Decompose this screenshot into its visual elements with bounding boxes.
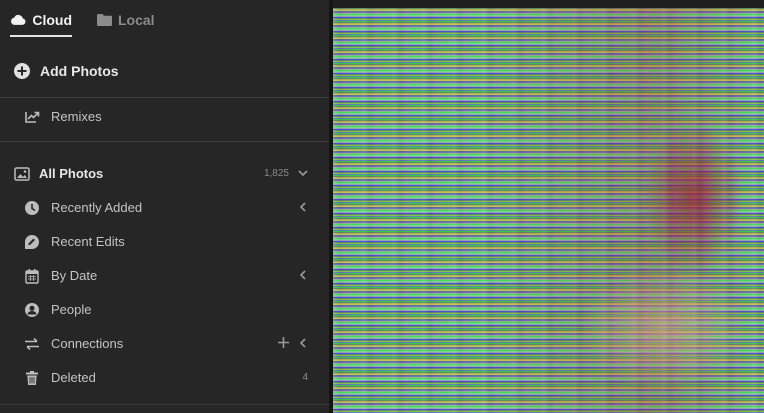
sidebar-item-by-date[interactable]: By Date — [0, 260, 329, 290]
sidebar: Cloud Local Add Photos Remixes All Photo… — [0, 0, 329, 413]
connections-icon — [25, 337, 39, 351]
sidebar-item-label: Recently Added — [51, 199, 143, 215]
sidebar-item-label: Recent Edits — [51, 233, 125, 249]
sidebar-item-connections[interactable]: Connections — [0, 328, 329, 358]
sidebar-item-label: All Photos — [39, 165, 104, 181]
sidebar-item-all-photos[interactable]: All Photos 1,825 — [0, 158, 329, 188]
tab-cloud-label: Cloud — [32, 12, 72, 28]
chevron-left-icon[interactable] — [297, 269, 309, 281]
sidebar-item-label: Connections — [51, 335, 124, 351]
divider — [0, 97, 329, 98]
chevron-down-icon[interactable] — [297, 167, 309, 179]
remix-icon — [25, 111, 40, 123]
add-photos-label: Add Photos — [40, 63, 119, 79]
sidebar-item-label: Remixes — [51, 108, 102, 124]
trash-icon — [26, 371, 38, 385]
divider — [0, 404, 329, 405]
calendar-icon — [25, 269, 39, 284]
sidebar-item-label: Deleted — [51, 369, 96, 385]
add-photos-button[interactable]: Add Photos — [14, 56, 119, 86]
plus-circle-icon — [14, 63, 30, 79]
photo-viewer[interactable] — [333, 8, 764, 413]
chevron-left-icon[interactable] — [297, 201, 309, 213]
photo-count: 1,825 — [263, 167, 289, 179]
cloud-icon — [11, 14, 26, 25]
app-window: Cloud Local Add Photos Remixes All Photo… — [0, 0, 764, 413]
sidebar-item-label: People — [51, 301, 92, 317]
sidebar-item-deleted[interactable]: Deleted 4 — [0, 362, 329, 392]
sidebar-item-remixes[interactable]: Remixes — [0, 101, 329, 131]
tab-cloud[interactable]: Cloud — [10, 0, 72, 40]
source-tabs: Cloud Local — [0, 0, 329, 40]
sidebar-item-recent-edits[interactable]: Recent Edits — [0, 226, 329, 256]
chevron-left-icon[interactable] — [297, 337, 309, 349]
clock-icon — [25, 201, 39, 215]
divider — [0, 141, 329, 142]
sidebar-item-label: By Date — [51, 267, 98, 283]
plus-icon[interactable] — [277, 336, 290, 349]
deleted-count: 4 — [302, 371, 308, 383]
person-icon — [25, 303, 39, 317]
edit-tag-icon — [25, 235, 39, 249]
sidebar-item-recently-added[interactable]: Recently Added — [0, 192, 329, 222]
tab-local[interactable]: Local — [97, 0, 155, 40]
sidebar-item-people[interactable]: People — [0, 294, 329, 324]
folder-icon — [97, 14, 112, 26]
tab-local-label: Local — [118, 12, 155, 28]
photo-icon — [14, 167, 30, 181]
